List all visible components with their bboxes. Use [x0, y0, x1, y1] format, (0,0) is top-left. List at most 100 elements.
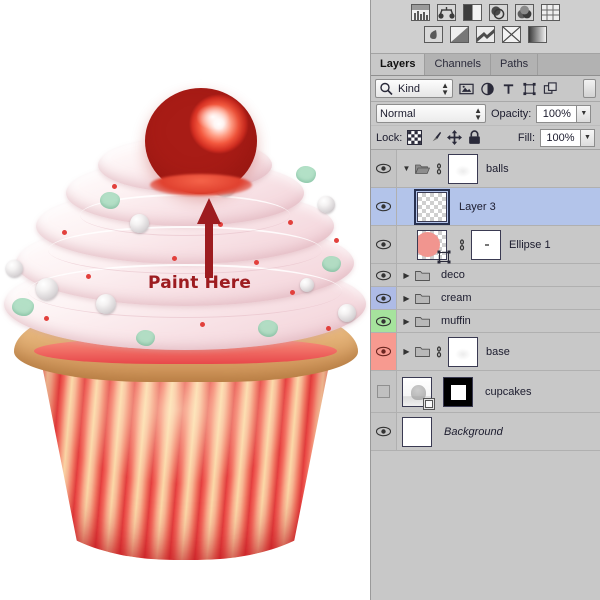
- fill-value[interactable]: 100%: [540, 128, 580, 147]
- link-icon[interactable]: [434, 345, 444, 359]
- gradient-map-icon[interactable]: [528, 26, 547, 43]
- hue-saturation-icon[interactable]: [424, 26, 443, 43]
- layer-row-muffin[interactable]: ▶ muffin: [371, 310, 600, 333]
- vibrance-icon[interactable]: [515, 4, 534, 21]
- group-expand-triangle[interactable]: ▶: [402, 347, 411, 356]
- sprinkle-dot: [334, 238, 339, 243]
- mint-sprinkle: [12, 298, 34, 316]
- visibility-toggle[interactable]: [371, 287, 397, 309]
- mint-sprinkle: [296, 166, 316, 183]
- vector-mask-thumbnail[interactable]: [471, 229, 501, 260]
- blend-mode-row: Normal ▲ ▼ Opacity: 100% ▼: [371, 102, 600, 126]
- lock-image-pixels-icon[interactable]: [427, 130, 442, 145]
- levels-icon[interactable]: [437, 4, 456, 21]
- layer-list: ▼ balls Layer 3 Ellipse 1 ▶ deco ▶ cream…: [371, 150, 600, 451]
- link-icon[interactable]: [457, 238, 467, 252]
- visibility-toggle[interactable]: [371, 310, 397, 332]
- visibility-toggle[interactable]: [371, 264, 397, 286]
- lock-row: Lock: Fill: 100% ▼: [371, 126, 600, 150]
- sprinkle-dot: [172, 256, 177, 261]
- group-expand-triangle[interactable]: ▼: [402, 164, 411, 173]
- layer-row-layer-3[interactable]: Layer 3: [371, 188, 600, 226]
- layer-row-content: ▼ balls: [397, 153, 600, 184]
- lock-transparent-pixels-icon[interactable]: [407, 130, 423, 145]
- tab-channels[interactable]: Channels: [425, 54, 491, 75]
- pearl-bead: [338, 304, 356, 322]
- lock-position-icon[interactable]: [447, 130, 463, 145]
- blend-mode-stepper[interactable]: ▲ ▼: [474, 106, 482, 121]
- cherry-base-glow: [150, 174, 252, 196]
- layer-row-deco[interactable]: ▶ deco: [371, 264, 600, 287]
- pearl-bead: [96, 294, 116, 314]
- adjustment-layer-filter-icon[interactable]: [480, 81, 495, 97]
- layer-row-ellipse-1[interactable]: Ellipse 1: [371, 226, 600, 264]
- filter-kind-stepper[interactable]: ▲ ▼: [441, 81, 449, 96]
- blend-mode-select[interactable]: Normal ▲ ▼: [376, 104, 486, 123]
- filter-toggle-icon[interactable]: [583, 79, 596, 98]
- opacity-dropdown-arrow[interactable]: ▼: [576, 104, 592, 123]
- layer-mask-thumbnail[interactable]: [448, 336, 478, 367]
- eye-icon: [376, 239, 391, 250]
- layer-thumbnail[interactable]: [402, 416, 432, 447]
- pixel-layer-filter-icon[interactable]: [459, 81, 474, 97]
- layer-name: cream: [441, 292, 472, 304]
- brightness-contrast-icon[interactable]: [411, 4, 430, 21]
- link-icon[interactable]: [434, 162, 444, 176]
- tab-layers[interactable]: Layers: [371, 54, 426, 75]
- shape-layer-filter-icon[interactable]: [522, 81, 537, 97]
- visibility-toggle[interactable]: [371, 413, 397, 450]
- visibility-toggle[interactable]: [371, 188, 397, 225]
- vector-transform-badge-icon: [437, 250, 451, 263]
- mint-sprinkle: [100, 192, 120, 209]
- tab-paths[interactable]: Paths: [490, 54, 539, 75]
- fill-dropdown-arrow[interactable]: ▼: [580, 128, 595, 147]
- layer-row-balls[interactable]: ▼ balls: [371, 150, 600, 188]
- layer-mask-thumbnail[interactable]: [443, 376, 473, 407]
- layer-row-cupcakes[interactable]: cupcakes: [371, 371, 600, 413]
- shape-thumbnail-wrap: [417, 229, 451, 263]
- lock-all-icon[interactable]: [467, 130, 482, 145]
- layer-row-base[interactable]: ▶ base: [371, 333, 600, 371]
- exposure-icon[interactable]: [489, 4, 508, 21]
- eye-icon: [376, 270, 391, 280]
- visibility-toggle[interactable]: [371, 150, 397, 187]
- eye-icon: [376, 293, 391, 303]
- pattern-icon[interactable]: [541, 4, 560, 21]
- black-white-icon[interactable]: [476, 26, 495, 43]
- opacity-value[interactable]: 100%: [536, 104, 577, 123]
- invert-icon[interactable]: [502, 26, 521, 43]
- layer-row-content: ▶ base: [397, 336, 600, 367]
- pearl-bead: [318, 196, 335, 213]
- folder-closed-icon: [415, 316, 430, 327]
- adjustments-row-1: [371, 4, 600, 21]
- type-layer-filter-icon[interactable]: [501, 81, 516, 97]
- pearl-bead: [6, 260, 23, 277]
- layer-row-cream[interactable]: ▶ cream: [371, 287, 600, 310]
- filter-kind-label: Kind: [398, 82, 421, 95]
- visibility-toggle[interactable]: [371, 371, 397, 412]
- group-expand-triangle[interactable]: ▶: [402, 317, 411, 326]
- layer-name: Background: [444, 425, 503, 438]
- sprinkle-dot: [290, 290, 295, 295]
- group-expand-triangle[interactable]: ▶: [402, 271, 411, 280]
- opacity-control[interactable]: 100% ▼: [536, 104, 592, 123]
- folder-closed-icon: [415, 293, 430, 304]
- smart-object-thumbnail-wrap: [402, 376, 435, 410]
- layer-thumbnail[interactable]: [414, 188, 450, 225]
- visibility-toggle[interactable]: [371, 226, 397, 263]
- color-balance-icon[interactable]: [450, 26, 469, 43]
- filter-kind-select[interactable]: Kind ▲ ▼: [375, 79, 453, 98]
- group-expand-triangle[interactable]: ▶: [402, 294, 411, 303]
- fill-control[interactable]: 100% ▼: [540, 128, 595, 147]
- visibility-toggle[interactable]: [371, 333, 397, 370]
- sprinkle-dot: [200, 322, 205, 327]
- adjustments-row-2: [371, 26, 600, 43]
- panel-tabs: Layers Channels Paths: [371, 54, 600, 76]
- pearl-bead: [300, 278, 314, 292]
- layer-row-background[interactable]: Background: [371, 413, 600, 451]
- smart-object-filter-icon[interactable]: [543, 81, 558, 97]
- curves-icon[interactable]: [463, 4, 482, 21]
- document-canvas[interactable]: Paint Here: [0, 0, 370, 600]
- sprinkle-dot: [86, 274, 91, 279]
- layer-mask-thumbnail[interactable]: [448, 153, 478, 184]
